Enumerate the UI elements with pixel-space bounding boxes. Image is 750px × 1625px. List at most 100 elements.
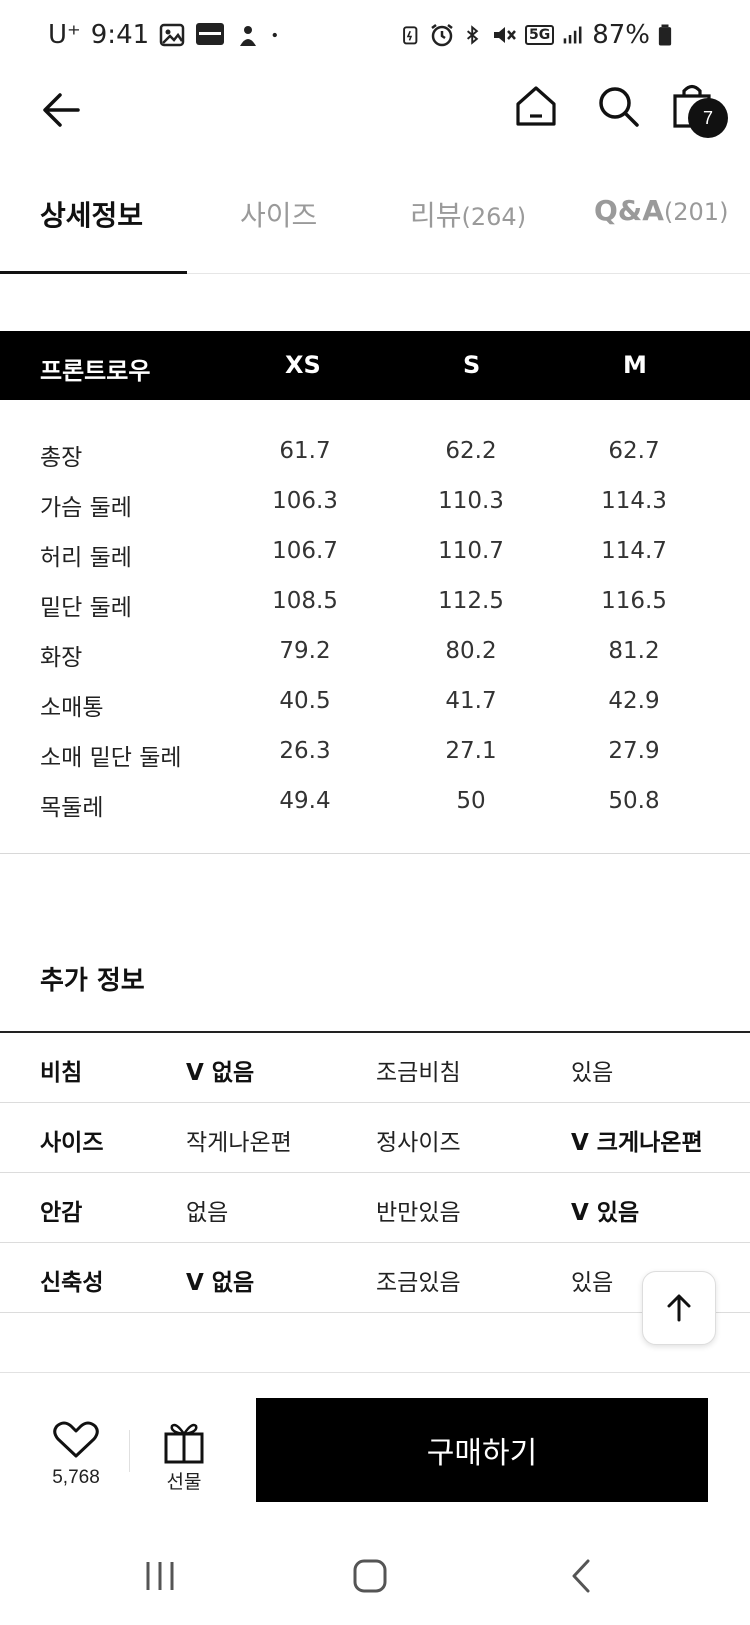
option-selected: V 없음 [186, 1270, 255, 1296]
option: 있음 [571, 1270, 614, 1296]
cell-xs: 106.3 [272, 488, 338, 514]
size-table-header: 프론트로우 XS S M [0, 331, 750, 400]
row-label: 소매 밑단 둘레 [40, 745, 182, 771]
cell-xs: 79.2 [279, 638, 331, 664]
row-label: 가슴 둘레 [40, 495, 132, 521]
table-row: 가슴 둘레 106.3 110.3 114.3 [0, 476, 750, 526]
table-row: 소매통 40.5 41.7 42.9 [0, 676, 750, 726]
app-icon [240, 26, 257, 46]
search-icon[interactable] [596, 84, 640, 128]
cell-xs: 61.7 [279, 438, 331, 464]
table-row: 소매 밑단 둘레 26.3 27.1 27.9 [0, 726, 750, 776]
cell-m: 81.2 [608, 638, 660, 664]
option: 있음 [571, 1060, 614, 1086]
bottom-bar-separator [129, 1430, 130, 1472]
cell-s: 112.5 [438, 588, 504, 614]
row-label: 총장 [40, 445, 83, 471]
cell-m: 27.9 [608, 738, 660, 764]
qna-count: (201) [663, 198, 729, 226]
option: 조금비침 [376, 1060, 461, 1086]
tab-review[interactable]: 리뷰(264) [410, 194, 526, 234]
size-table-body: 총장 61.7 62.2 62.7 가슴 둘레 106.3 110.3 114.… [0, 426, 750, 826]
cell-s: 80.2 [445, 638, 497, 664]
cell-s: 110.7 [438, 538, 504, 564]
table-row: 허리 둘레 106.7 110.7 114.7 [0, 526, 750, 576]
home-nav-icon[interactable] [352, 1558, 388, 1594]
row-label: 신축성 [40, 1270, 104, 1296]
extra-info-title: 추가 정보 [40, 966, 145, 996]
cell-xs: 40.5 [279, 688, 331, 714]
table-row: 신축성 V 없음 조금있음 있음 [0, 1243, 750, 1313]
option-selected: V 크게나온편 [571, 1130, 703, 1156]
cell-xs: 49.4 [279, 788, 331, 814]
back-arrow-icon[interactable] [38, 86, 86, 134]
network-type-label: 5G [524, 25, 555, 45]
option: 작게나온편 [186, 1130, 292, 1156]
cell-s: 41.7 [445, 688, 497, 714]
table-row: 밑단 둘레 108.5 112.5 116.5 [0, 576, 750, 626]
option-selected: V 있음 [571, 1200, 640, 1226]
tab-qna[interactable]: Q&A(201) [594, 194, 728, 227]
review-count: (264) [461, 203, 527, 231]
status-bar: U⁺ 9:41 5G 87% [0, 0, 750, 72]
tab-size[interactable]: 사이즈 [240, 194, 317, 234]
system-nav-bar [0, 1540, 750, 1625]
cell-m: 62.7 [608, 438, 660, 464]
buy-button[interactable]: 구매하기 [256, 1398, 708, 1502]
cart-count-badge: 7 [688, 98, 728, 138]
carrier-label: U⁺ [48, 20, 81, 50]
recent-apps-icon[interactable] [142, 1558, 178, 1594]
home-icon[interactable] [514, 84, 558, 128]
signal-icon [563, 26, 582, 44]
mute-icon [493, 27, 516, 43]
top-app-bar: 7 [0, 72, 750, 172]
cell-s: 62.2 [445, 438, 497, 464]
cell-xs: 108.5 [272, 588, 338, 614]
bottom-bar-divider [0, 1372, 750, 1373]
cell-s: 50 [456, 788, 486, 814]
bluetooth-icon [466, 25, 479, 45]
gallery-icon [159, 23, 185, 47]
row-label: 목둘레 [40, 795, 104, 821]
cell-m: 50.8 [608, 788, 660, 814]
cell-s: 27.1 [445, 738, 497, 764]
tmoney-icon [196, 23, 225, 45]
header-product-name: 프론트로우 [40, 357, 151, 385]
table-row: 비침 V 없음 조금비침 있음 [0, 1033, 750, 1103]
gift-label[interactable]: 선물 [154, 1467, 214, 1494]
tab-label: 상세정보 [40, 199, 144, 232]
option: 없음 [186, 1200, 229, 1226]
back-nav-icon[interactable] [566, 1558, 596, 1594]
row-label: 허리 둘레 [40, 545, 132, 571]
option: 조금있음 [376, 1270, 461, 1296]
gift-icon[interactable] [160, 1420, 208, 1466]
cell-s: 110.3 [438, 488, 504, 514]
battery-percent: 87% [592, 20, 650, 50]
table-row: 목둘레 49.4 50 50.8 [0, 776, 750, 826]
tab-label: Q&A [594, 194, 664, 227]
option: 정사이즈 [376, 1130, 461, 1156]
tab-label: 리뷰 [410, 199, 462, 232]
cell-xs: 106.7 [272, 538, 338, 564]
table-row: 총장 61.7 62.2 62.7 [0, 426, 750, 476]
heart-icon[interactable] [44, 1420, 108, 1460]
section-divider [0, 853, 750, 854]
status-right: 5G 87% [401, 20, 672, 50]
dot-icon [272, 32, 278, 38]
cell-xs: 26.3 [279, 738, 331, 764]
tab-detail[interactable]: 상세정보 [40, 194, 143, 234]
tab-label: 사이즈 [240, 199, 318, 232]
buy-button-label: 구매하기 [426, 1436, 538, 1471]
header-size-s: S [463, 351, 481, 379]
row-label: 사이즈 [40, 1130, 104, 1156]
active-tab-indicator [0, 271, 187, 274]
row-label: 밑단 둘레 [40, 595, 132, 621]
scroll-to-top-button[interactable] [642, 1271, 716, 1345]
product-tabs: 상세정보 사이즈 리뷰(264) Q&A(201) [0, 172, 750, 274]
header-size-xs: XS [285, 351, 321, 379]
header-size-m: M [623, 351, 647, 379]
cell-m: 114.7 [601, 538, 667, 564]
cell-m: 114.3 [601, 488, 667, 514]
table-row: 사이즈 작게나온편 정사이즈 V 크게나온편 [0, 1103, 750, 1173]
cell-m: 42.9 [608, 688, 660, 714]
